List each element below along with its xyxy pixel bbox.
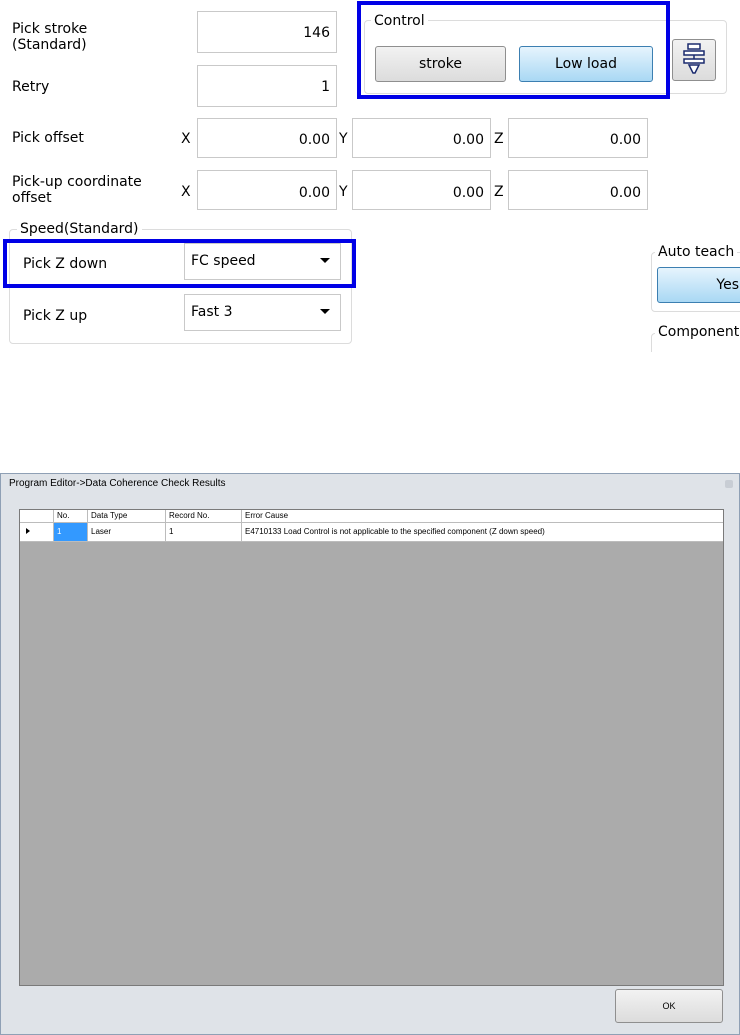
grid-header: No. Data Type Record No. Error Cause (20, 510, 723, 523)
pick-offset-z-label: Z (494, 131, 504, 147)
pickup-offset-y-label: Y (339, 184, 348, 200)
row-header-column (20, 510, 54, 522)
component-group-title: Component (655, 324, 740, 340)
row-selector[interactable] (20, 523, 54, 541)
auto-teach-title: Auto teach (655, 244, 738, 260)
auto-teach-yes-button[interactable]: Yes (657, 267, 740, 303)
retry-label: Retry (12, 79, 50, 95)
table-row[interactable]: 1 Laser 1 E4710133 Load Control is not a… (20, 523, 723, 542)
pickup-offset-x-label: X (181, 184, 191, 200)
pick-offset-x-label: X (181, 131, 191, 147)
pick-offset-x-field[interactable]: 0.00 (197, 118, 337, 158)
ok-button[interactable]: OK (615, 989, 723, 1023)
column-header-record-no[interactable]: Record No. (166, 510, 242, 522)
pick-offset-y-field[interactable]: 0.00 (352, 118, 491, 158)
pick-z-up-dropdown[interactable]: Fast 3 (184, 294, 341, 331)
pick-z-down-dropdown[interactable]: FC speed (184, 243, 341, 280)
pickup-offset-x-field[interactable]: 0.00 (197, 170, 337, 210)
speed-group-title: Speed(Standard) (17, 221, 142, 237)
pick-stroke-field[interactable]: 146 (197, 11, 337, 53)
column-header-no[interactable]: No. (54, 510, 88, 522)
dialog-title: Program Editor->Data Coherence Check Res… (9, 478, 226, 489)
low-load-button[interactable]: Low load (519, 46, 653, 82)
retry-field[interactable]: 1 (197, 65, 337, 107)
pickup-coord-offset-label: Pick-up coordinate offset (12, 174, 142, 206)
pick-stroke-label: Pick stroke (Standard) (12, 21, 88, 53)
pickup-offset-y-field[interactable]: 0.00 (352, 170, 491, 210)
pick-offset-y-label: Y (339, 131, 348, 147)
chevron-down-icon (320, 258, 330, 263)
row-pointer-icon (26, 528, 30, 534)
pick-z-down-value: FC speed (191, 253, 256, 269)
pick-z-up-value: Fast 3 (191, 304, 233, 320)
pick-z-down-label: Pick Z down (23, 256, 108, 272)
control-group-title: Control (371, 13, 428, 29)
cell-record-no[interactable]: 1 (166, 523, 242, 541)
pick-z-up-label: Pick Z up (23, 308, 88, 324)
nozzle-icon (683, 43, 705, 74)
data-coherence-dialog: Program Editor->Data Coherence Check Res… (0, 473, 740, 1035)
cell-data-type[interactable]: Laser (88, 523, 166, 541)
nozzle-button[interactable] (672, 39, 716, 81)
dialog-close-icon[interactable] (725, 480, 733, 488)
pickup-offset-z-field[interactable]: 0.00 (508, 170, 648, 210)
column-header-data-type[interactable]: Data Type (88, 510, 166, 522)
chevron-down-icon (320, 309, 330, 314)
pick-offset-label: Pick offset (12, 130, 84, 146)
results-grid: No. Data Type Record No. Error Cause 1 L… (19, 509, 724, 986)
stroke-button[interactable]: stroke (375, 46, 506, 82)
column-header-error-cause[interactable]: Error Cause (242, 510, 723, 522)
cell-no[interactable]: 1 (54, 523, 88, 541)
pickup-offset-z-label: Z (494, 184, 504, 200)
cell-error-cause[interactable]: E4710133 Load Control is not applicable … (242, 523, 723, 541)
pick-offset-z-field[interactable]: 0.00 (508, 118, 648, 158)
